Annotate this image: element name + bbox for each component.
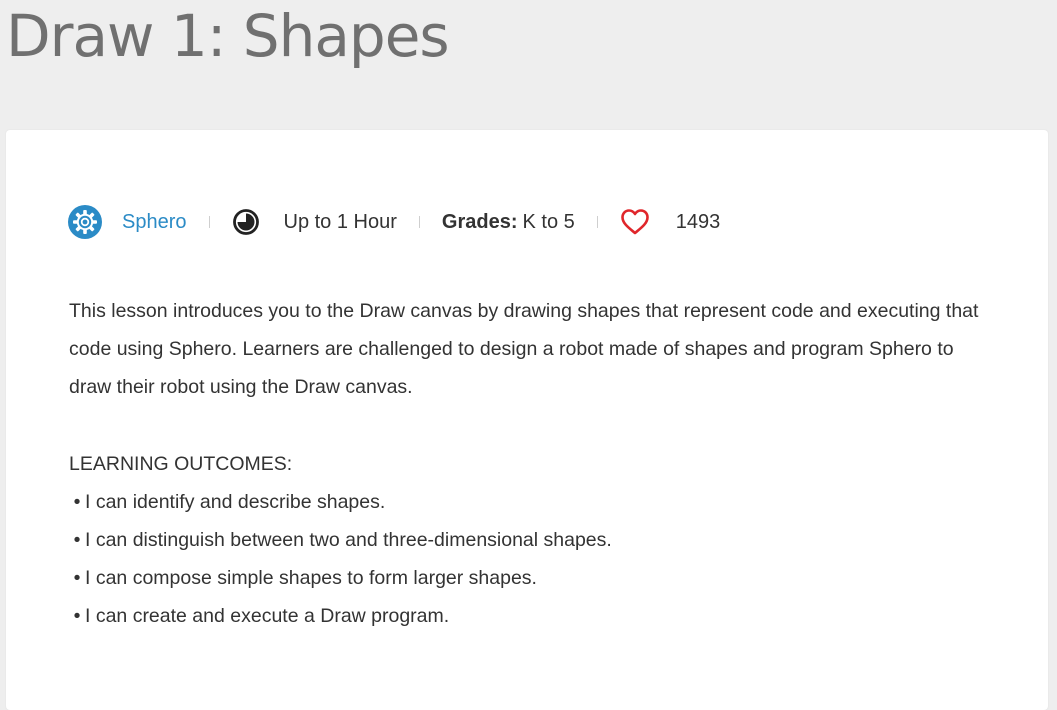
lesson-description: This lesson introduces you to the Draw c…: [69, 300, 979, 398]
meta-divider: [418, 216, 420, 228]
meta-divider: [596, 216, 598, 228]
grades-meta: Grades: K to 5: [442, 211, 575, 234]
list-item: • I can distinguish between two and three…: [69, 521, 612, 559]
list-item-text: I can distinguish between two and three-…: [85, 529, 612, 551]
grades-label: Grades:: [441, 210, 518, 233]
meta-divider: [208, 216, 210, 228]
outcomes-list: • I can identify and describe shapes. • I …: [69, 483, 612, 635]
list-item-text: I can compose simple shapes to form larg…: [85, 567, 537, 589]
sphero-icon: [68, 205, 102, 239]
heart-icon[interactable]: [620, 208, 650, 236]
duration-text: Up to 1 Hour: [283, 210, 397, 233]
grades-value: K to 5: [522, 210, 575, 233]
likes-meta: 1493: [620, 208, 721, 236]
outcomes-heading: LEARNING OUTCOMES:: [69, 453, 293, 475]
list-item-text: I can identify and describe shapes.: [85, 491, 386, 513]
bullet: •: [73, 491, 81, 513]
likes-count: 1493: [675, 210, 721, 233]
bullet: •: [73, 605, 81, 627]
brand-link[interactable]: Sphero: [122, 211, 187, 234]
list-item: • I can compose simple shapes to form lar…: [69, 559, 612, 597]
clock-icon: [232, 208, 260, 236]
bullet: •: [73, 529, 81, 551]
lesson-card: Sphero Up to 1 Hour Grades: K to 5 1493 …: [6, 130, 1048, 710]
duration-meta: Up to 1 Hour: [232, 208, 397, 236]
list-item: • I can identify and describe shapes.: [69, 483, 612, 521]
list-item: • I can create and execute a Draw program…: [69, 597, 612, 635]
brand-meta[interactable]: Sphero: [68, 205, 187, 239]
lesson-meta: Sphero Up to 1 Hour Grades: K to 5 1493: [68, 204, 720, 240]
page-title: Draw 1: Shapes: [6, 2, 450, 70]
bullet: •: [73, 567, 81, 589]
list-item-text: I can create and execute a Draw program.: [85, 605, 450, 627]
